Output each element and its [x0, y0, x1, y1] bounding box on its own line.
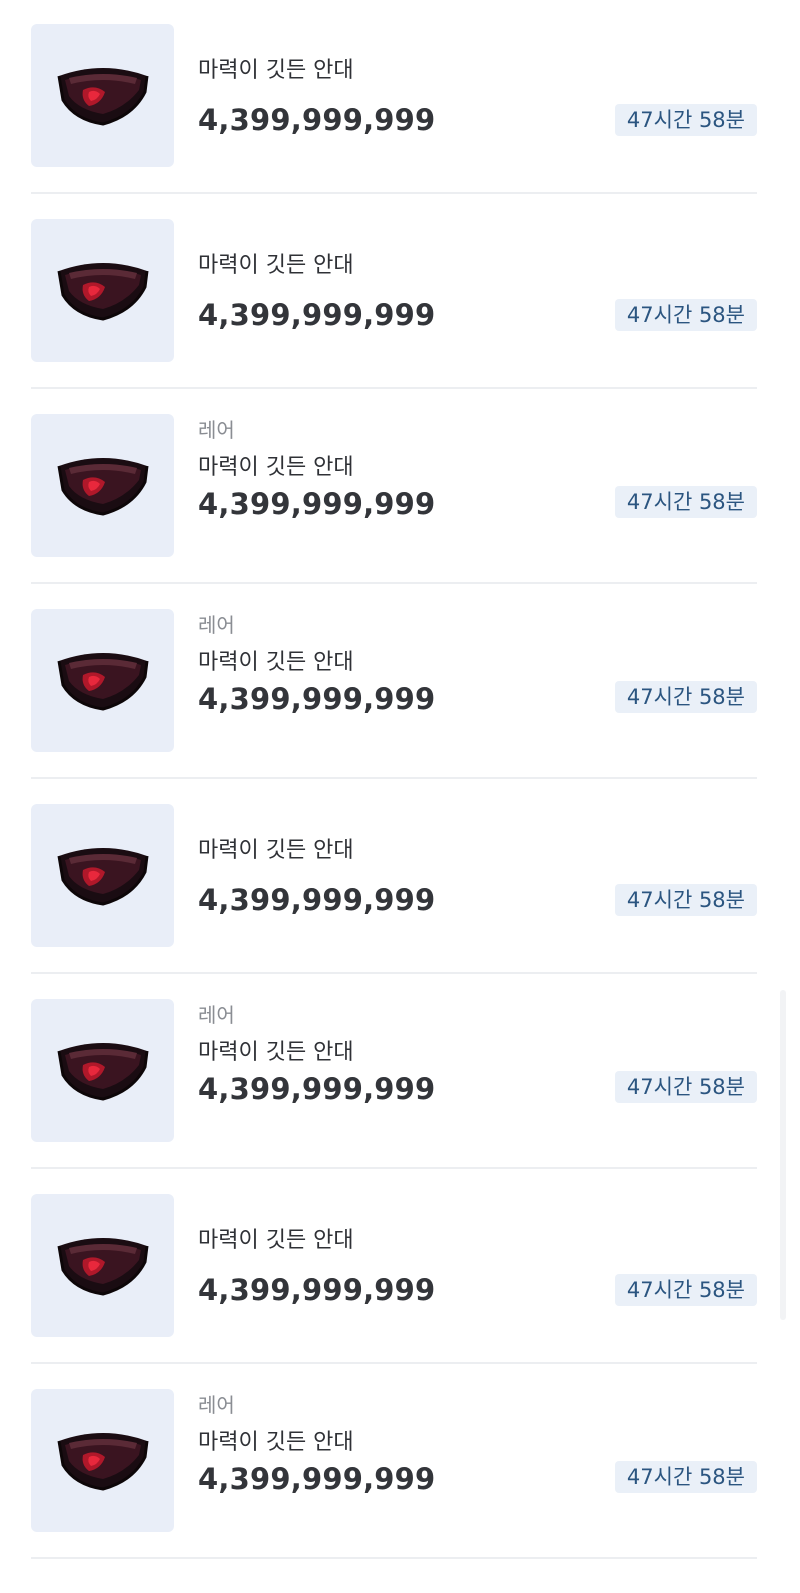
- item-grade: 레어: [198, 613, 235, 637]
- item-name: 마력이 깃든 안대: [198, 838, 354, 863]
- item-name: 마력이 깃든 안대: [198, 455, 354, 480]
- eye-patch-icon: [57, 263, 149, 321]
- list-item[interactable]: 마력이 깃든 안대 4,399,999,999 47시간 58분: [31, 195, 757, 389]
- item-price: 4,399,999,999: [198, 1273, 436, 1307]
- eye-patch-icon: [57, 1238, 149, 1296]
- eye-patch-icon: [57, 848, 149, 906]
- item-price: 4,399,999,999: [198, 1462, 436, 1496]
- time-remaining-badge: 47시간 58분: [614, 1274, 757, 1306]
- list-item[interactable]: 마력이 깃든 안대 4,399,999,999 47시간 58분: [31, 0, 757, 194]
- item-thumbnail: [31, 804, 174, 947]
- eye-patch-icon: [57, 1043, 149, 1101]
- item-price: 4,399,999,999: [198, 103, 436, 137]
- time-remaining-badge: 47시간 58분: [614, 104, 757, 136]
- eye-patch-icon: [57, 68, 149, 126]
- item-name: 마력이 깃든 안대: [198, 58, 354, 83]
- item-price: 4,399,999,999: [198, 682, 436, 716]
- time-remaining-badge: 47시간 58분: [614, 486, 757, 518]
- item-grade: 레어: [198, 1393, 235, 1417]
- list-item[interactable]: 마력이 깃든 안대 4,399,999,999 47시간 58분: [31, 1170, 757, 1364]
- item-name: 마력이 깃든 안대: [198, 650, 354, 675]
- item-thumbnail: [31, 1194, 174, 1337]
- item-thumbnail: [31, 219, 174, 362]
- list-item[interactable]: 레어 마력이 깃든 안대 4,399,999,999 47시간 58분: [31, 975, 757, 1169]
- item-thumbnail: [31, 1389, 174, 1532]
- list-item[interactable]: 마력이 깃든 안대 4,399,999,999 47시간 58분: [31, 780, 757, 974]
- item-thumbnail: [31, 999, 174, 1142]
- item-grade: 레어: [198, 1003, 235, 1027]
- eye-patch-icon: [57, 458, 149, 516]
- item-price: 4,399,999,999: [198, 1072, 436, 1106]
- item-thumbnail: [31, 24, 174, 167]
- item-price: 4,399,999,999: [198, 883, 436, 917]
- time-remaining-badge: 47시간 58분: [614, 1461, 757, 1493]
- eye-patch-icon: [57, 653, 149, 711]
- item-price: 4,399,999,999: [198, 298, 436, 332]
- item-name: 마력이 깃든 안대: [198, 1040, 354, 1065]
- time-remaining-badge: 47시간 58분: [614, 1071, 757, 1103]
- item-thumbnail: [31, 609, 174, 752]
- time-remaining-badge: 47시간 58분: [614, 681, 757, 713]
- item-grade: 레어: [198, 418, 235, 442]
- list-item[interactable]: 레어 마력이 깃든 안대 4,399,999,999 47시간 58분: [31, 1365, 757, 1559]
- item-name: 마력이 깃든 안대: [198, 253, 354, 278]
- time-remaining-badge: 47시간 58분: [614, 884, 757, 916]
- eye-patch-icon: [57, 1433, 149, 1491]
- item-price: 4,399,999,999: [198, 487, 436, 521]
- scrollbar[interactable]: [780, 990, 786, 1320]
- item-name: 마력이 깃든 안대: [198, 1430, 354, 1455]
- time-remaining-badge: 47시간 58분: [614, 299, 757, 331]
- list-item[interactable]: 레어 마력이 깃든 안대 4,399,999,999 47시간 58분: [31, 390, 757, 584]
- item-thumbnail: [31, 414, 174, 557]
- item-name: 마력이 깃든 안대: [198, 1228, 354, 1253]
- list-item[interactable]: 레어 마력이 깃든 안대 4,399,999,999 47시간 58분: [31, 585, 757, 779]
